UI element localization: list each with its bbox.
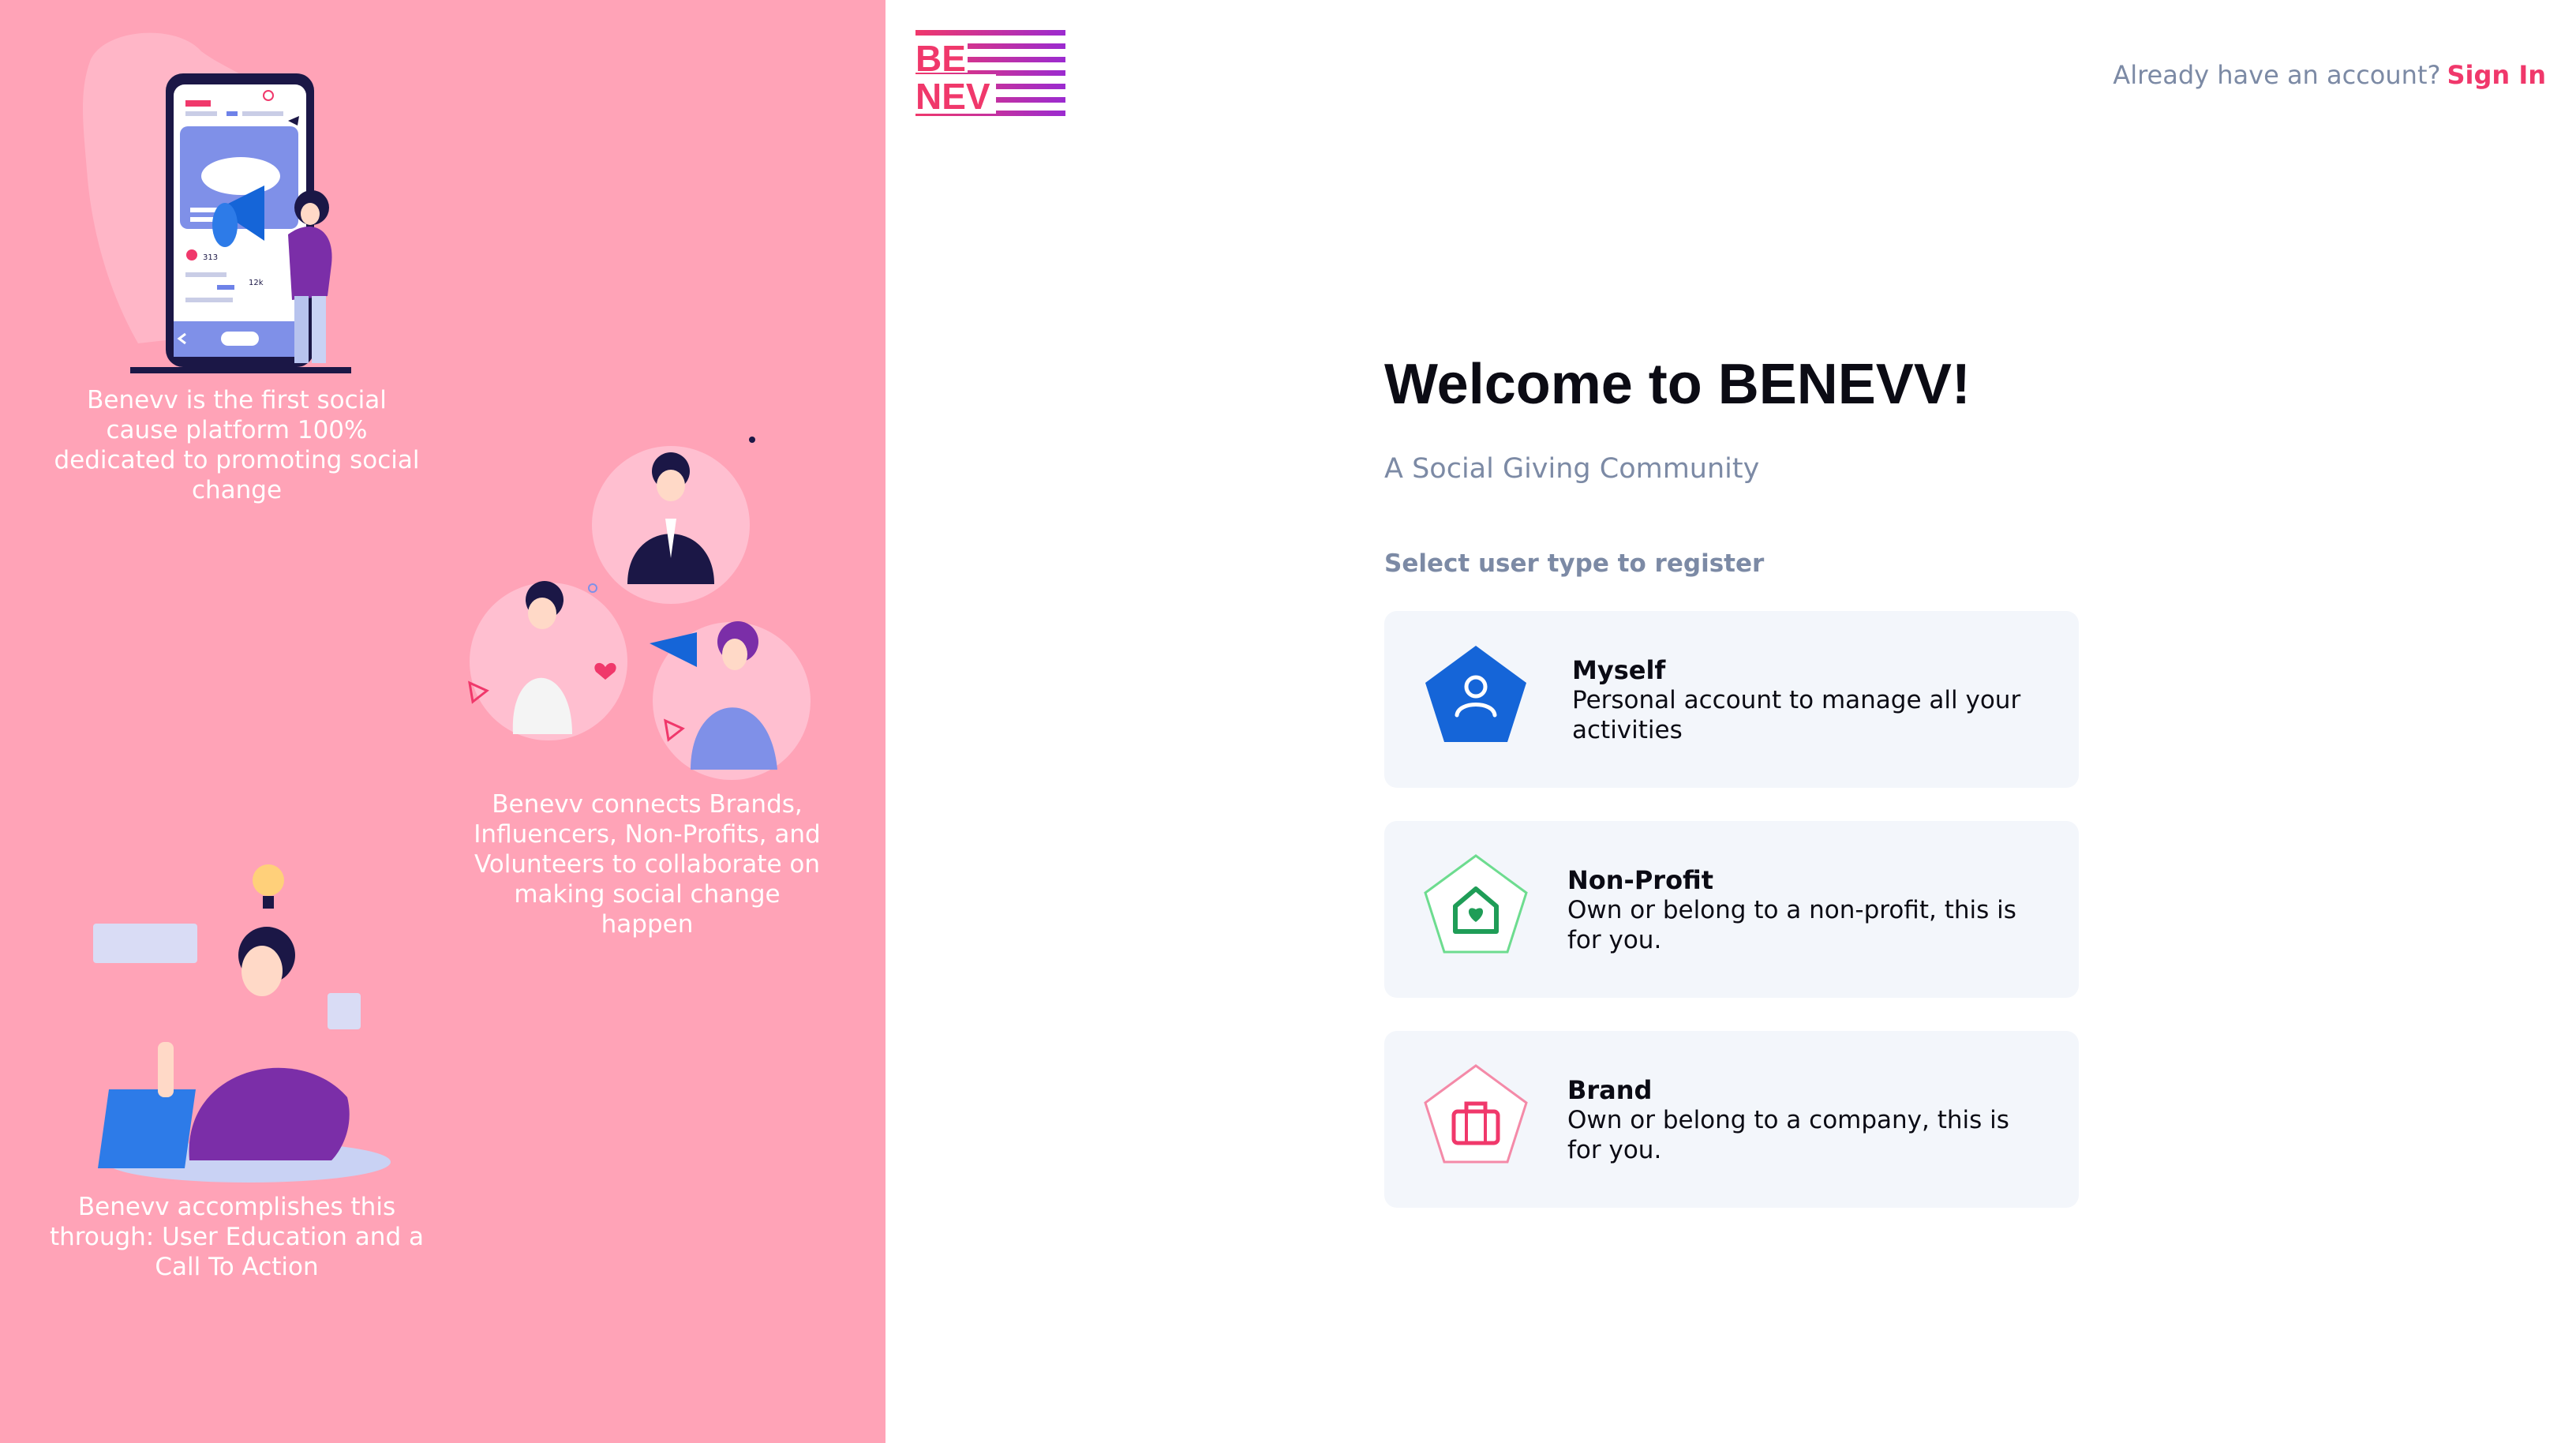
- intro-caption-3: Benevv accomplishes this through: User E…: [50, 1193, 424, 1281]
- signin-prompt: Already have an account? Sign In: [2113, 60, 2546, 90]
- intro-caption-1: Benevv is the first social cause platfor…: [54, 386, 420, 504]
- myself-description: Personal account to manage all your acti…: [1572, 686, 2021, 744]
- myself-title: Myself: [1572, 655, 1666, 685]
- benevv-logo[interactable]: BE NEV: [915, 30, 1065, 118]
- logo-text-line1: BE: [915, 38, 966, 79]
- brand-title: Brand: [1567, 1075, 1653, 1105]
- logo-text-line2: NEV: [915, 76, 990, 117]
- nonprofit-title: Non-Profit: [1567, 865, 1714, 895]
- briefcase-icon: [1424, 1064, 1528, 1164]
- user-type-label: Select user type to register: [1384, 549, 1765, 578]
- left-info-panel: 313 12k Benevv is the first social cause…: [0, 0, 886, 1443]
- nonprofit-description: Own or belong to a non-profit, this is f…: [1567, 896, 2016, 954]
- education-illustration: [93, 864, 391, 1183]
- user-type-brand-card[interactable]: Brand Own or belong to a company, this i…: [1384, 1031, 2079, 1208]
- community-illustration: [468, 437, 811, 780]
- shares-count: 12k: [249, 279, 264, 287]
- page-subtitle: A Social Giving Community: [1384, 453, 1760, 485]
- home-heart-icon: [1424, 854, 1528, 954]
- user-type-myself-card[interactable]: Myself Personal account to manage all yo…: [1384, 611, 2079, 788]
- likes-count: 313: [203, 253, 218, 262]
- page-title: Welcome to BENEVV!: [1384, 353, 1971, 416]
- signin-prompt-text: Already have an account?: [2113, 60, 2441, 90]
- user-type-nonprofit-card[interactable]: Non-Profit Own or belong to a non-profit…: [1384, 821, 2079, 998]
- phone-megaphone-illustration: 313 12k: [83, 32, 351, 373]
- brand-description: Own or belong to a company, this is for …: [1567, 1106, 2009, 1164]
- intro-caption-2: Benevv connects Brands, Influencers, Non…: [474, 790, 821, 939]
- person-icon: [1425, 646, 1526, 742]
- signin-link[interactable]: Sign In: [2447, 60, 2546, 90]
